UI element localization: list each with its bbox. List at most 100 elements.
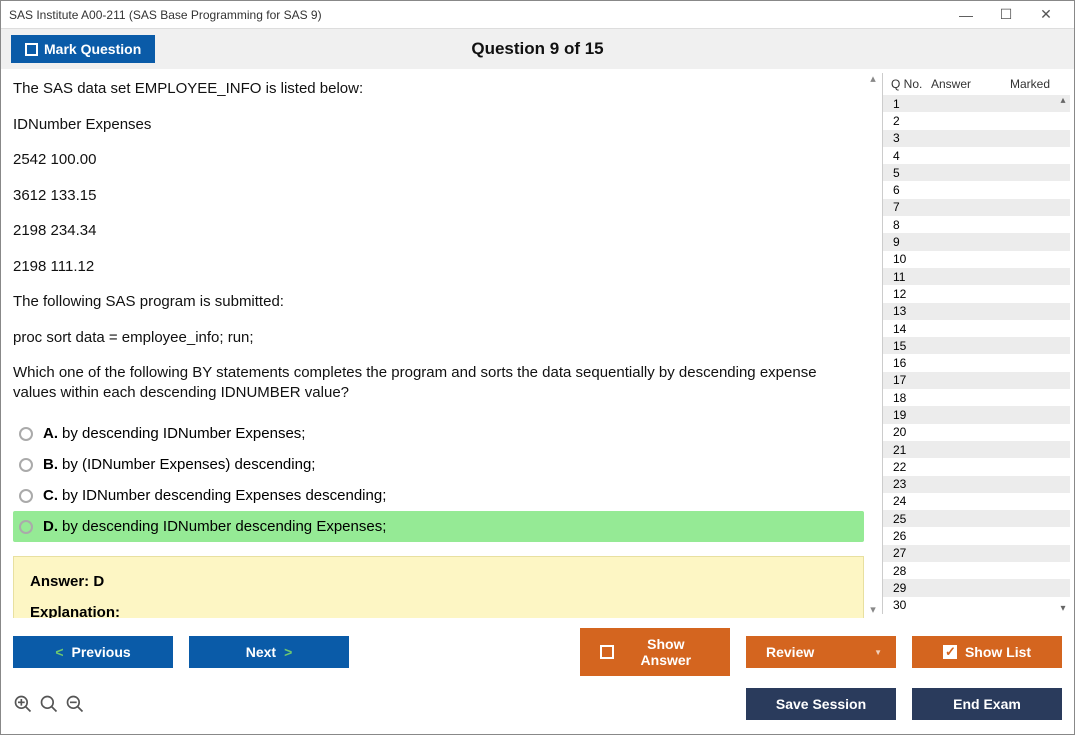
zoom-out-icon[interactable] [65,694,85,714]
minimize-button[interactable]: — [946,3,986,27]
list-item[interactable]: 4 [883,147,1070,164]
zoom-controls [13,694,85,714]
question-paragraph: IDNumber Expenses [13,115,864,135]
question-paragraph: 2198 111.12 [13,257,864,277]
main-area: ▴ The SAS data set EMPLOYEE_INFO is list… [1,69,1074,618]
list-item[interactable]: 10 [883,251,1070,268]
option-letter: A. [43,425,58,442]
list-item[interactable]: 29 [883,579,1070,596]
next-label: Next [246,644,276,660]
radio-icon [19,427,33,441]
option-c[interactable]: C.by IDNumber descending Expenses descen… [13,480,864,511]
list-item[interactable]: 19 [883,406,1070,423]
save-session-label: Save Session [776,696,866,712]
app-window: SAS Institute A00-211 (SAS Base Programm… [0,0,1075,735]
scroll-down-icon[interactable]: ▾ [1056,603,1070,614]
titlebar: SAS Institute A00-211 (SAS Base Programm… [1,1,1074,29]
option-letter: D. [43,518,58,535]
option-d[interactable]: D.by descending IDNumber descending Expe… [13,511,864,542]
list-item[interactable]: 30 [883,597,1070,614]
zoom-in-icon[interactable] [13,694,33,714]
list-item[interactable]: 14 [883,320,1070,337]
radio-icon [19,458,33,472]
chevron-down-icon: ▼ [874,648,882,657]
list-item[interactable]: 22 [883,458,1070,475]
option-a[interactable]: A.by descending IDNumber Expenses; [13,418,864,449]
button-row-1: < Previous Next > Show Answer Review ▼ S… [13,628,1062,676]
show-list-button[interactable]: Show List [912,636,1062,668]
scroll-up-icon[interactable]: ▴ [1056,95,1070,106]
list-item[interactable]: 6 [883,181,1070,198]
list-item[interactable]: 24 [883,493,1070,510]
list-item[interactable]: 12 [883,285,1070,302]
list-item[interactable]: 20 [883,424,1070,441]
question-paragraph: 2542 100.00 [13,150,864,170]
answer-box: Answer: D Explanation: [13,556,864,618]
list-item[interactable]: 8 [883,216,1070,233]
close-button[interactable]: ✕ [1026,3,1066,27]
radio-icon [19,520,33,534]
list-item[interactable]: 11 [883,268,1070,285]
maximize-button[interactable]: ☐ [986,3,1026,27]
question-paragraph: Which one of the following BY statements… [13,363,864,402]
review-button[interactable]: Review ▼ [746,636,896,668]
list-item[interactable]: 23 [883,476,1070,493]
show-answer-button[interactable]: Show Answer [580,628,730,676]
question-scroll[interactable]: The SAS data set EMPLOYEE_INFO is listed… [13,79,870,618]
question-paragraph: 2198 234.34 [13,221,864,241]
list-item[interactable]: 13 [883,303,1070,320]
option-text: by descending IDNumber Expenses; [62,425,305,442]
answer-label: Answer: D [30,573,847,590]
question-counter: Question 9 of 15 [471,39,603,59]
content-column: ▴ The SAS data set EMPLOYEE_INFO is list… [1,69,882,618]
list-item[interactable]: 21 [883,441,1070,458]
save-session-button[interactable]: Save Session [746,688,896,720]
list-item[interactable]: 28 [883,562,1070,579]
option-text: by IDNumber descending Expenses descendi… [62,487,386,504]
option-b[interactable]: B.by (IDNumber Expenses) descending; [13,449,864,480]
checkbox-icon [25,43,38,56]
header-marked: Marked [991,77,1062,91]
footer: < Previous Next > Show Answer Review ▼ S… [1,618,1074,734]
option-text: by (IDNumber Expenses) descending; [62,456,315,473]
question-list[interactable]: ▴ 1 2 3 4 5 6 7 8 9 10 11 12 13 14 15 16… [883,95,1070,614]
previous-button[interactable]: < Previous [13,636,173,668]
zoom-reset-icon[interactable] [39,694,59,714]
list-item[interactable]: 1 [883,95,1070,112]
end-exam-label: End Exam [953,696,1021,712]
question-list-panel: Q No. Answer Marked ▴ 1 2 3 4 5 6 7 8 9 … [882,73,1070,614]
list-item[interactable]: 17 [883,372,1070,389]
list-item[interactable]: 2 [883,112,1070,129]
end-exam-button[interactable]: End Exam [912,688,1062,720]
header-qno: Q No. [891,77,931,91]
explanation-label: Explanation: [30,604,847,618]
list-item[interactable]: 15 [883,337,1070,354]
list-item[interactable]: 18 [883,389,1070,406]
list-item[interactable]: 7 [883,199,1070,216]
chevron-left-icon: < [55,644,63,660]
list-item[interactable]: 5 [883,164,1070,181]
checkbox-checked-icon [943,645,957,659]
question-paragraph: The following SAS program is submitted: [13,292,864,312]
scroll-down-icon[interactable]: ▾ [866,602,880,616]
list-item[interactable]: 27 [883,545,1070,562]
previous-label: Previous [72,644,131,660]
options-group: A.by descending IDNumber Expenses; B.by … [13,418,864,542]
option-letter: B. [43,456,58,473]
question-paragraph: 3612 133.15 [13,186,864,206]
radio-icon [19,489,33,503]
mark-question-label: Mark Question [44,41,141,57]
option-text: by descending IDNumber descending Expens… [62,518,386,535]
list-item[interactable]: 16 [883,354,1070,371]
chevron-right-icon: > [284,644,292,660]
list-item[interactable]: 25 [883,510,1070,527]
option-letter: C. [43,487,58,504]
window-title: SAS Institute A00-211 (SAS Base Programm… [9,8,946,22]
list-header: Q No. Answer Marked [883,73,1070,95]
next-button[interactable]: Next > [189,636,349,668]
list-item[interactable]: 26 [883,527,1070,544]
list-item[interactable]: 9 [883,233,1070,250]
list-item[interactable]: 3 [883,130,1070,147]
mark-question-button[interactable]: Mark Question [11,35,155,63]
toolbar: Mark Question Question 9 of 15 [1,29,1074,69]
